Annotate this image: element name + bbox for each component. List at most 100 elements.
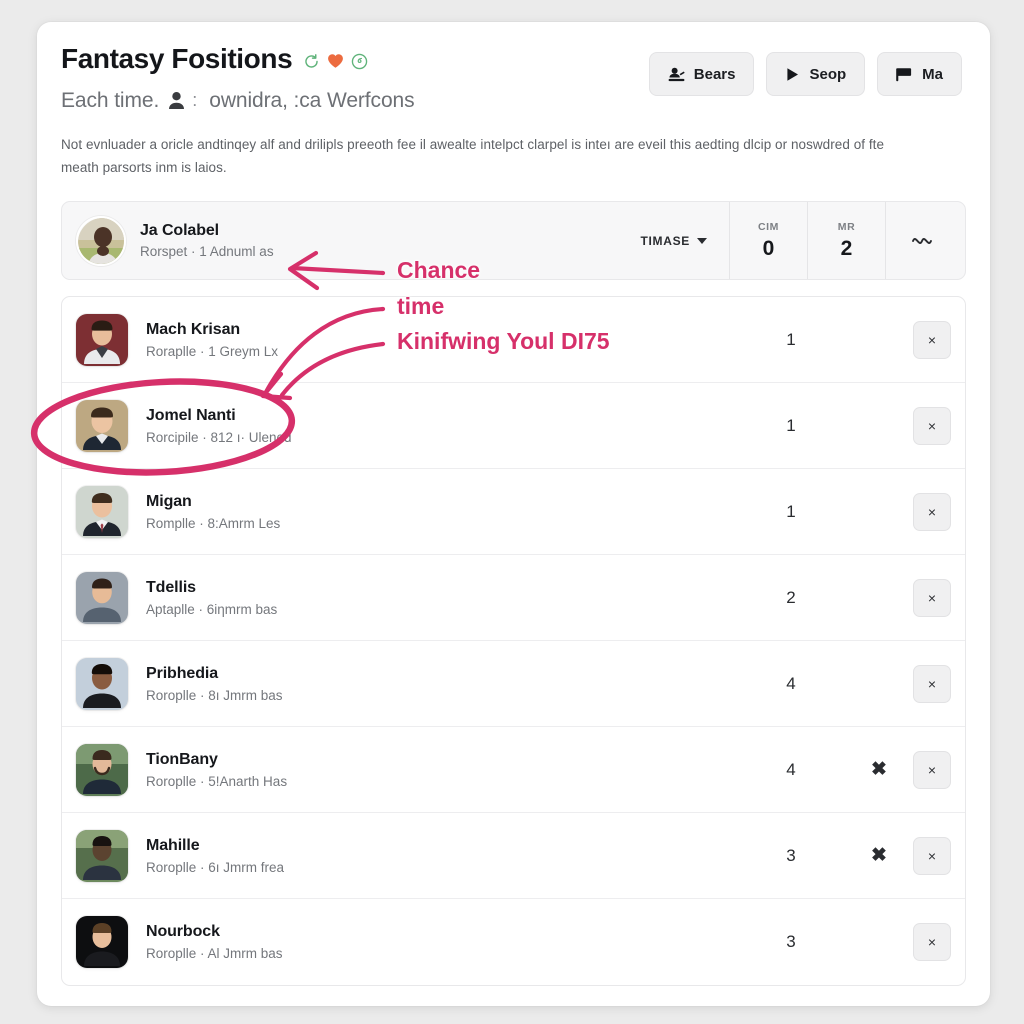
avatar <box>76 399 128 452</box>
row-subtitle: Romplle · 8:Amrm Les <box>146 515 281 531</box>
flag-icon <box>896 67 913 82</box>
header-button-group: Bears Seop Ma <box>648 44 962 96</box>
subtitle-prefix: Each time. <box>61 88 160 112</box>
remove-button[interactable]: × <box>913 492 951 531</box>
feature-row-identity: Ja Colabel Rorspet · 1 Adnuml as <box>62 202 640 279</box>
table-row[interactable]: Tdellis Aptaplle · 6iƞmrm bas 2 × <box>62 555 965 642</box>
table-row[interactable]: Mahille Roroplle · 6ı Jmrm frea 3 ✖ × <box>62 813 965 900</box>
title-icon-group <box>303 49 368 70</box>
stat-cim-key: CIM <box>757 220 780 233</box>
avatar <box>76 916 128 969</box>
table-row[interactable]: Pribhedia Roroplle · 8ı Jmrm bas 4 × <box>62 641 965 728</box>
avatar <box>76 485 128 538</box>
table-row[interactable]: Mach Krisan Roraplle · 1 Greym Lx 1 × <box>62 297 965 384</box>
feature-row[interactable]: Ja Colabel Rorspet · 1 Adnuml as TIMASE … <box>61 201 966 281</box>
row-name: Nourbock <box>146 923 220 941</box>
row-subtitle: Roroplle · Al Jmrm bas <box>146 946 283 962</box>
stat-mr-value: 2 <box>840 236 853 260</box>
feature-row-text: Ja Colabel Rorspet · 1 Adnuml as <box>140 222 274 259</box>
stat-mr-key: MR <box>837 220 856 233</box>
row-text: Mach Krisan Roraplle · 1 Greym Lx <box>146 321 731 359</box>
bears-button-label: Bears <box>693 65 736 83</box>
row-name: Mach Krisan <box>146 320 241 338</box>
screenshot-root: Fantasy Fositions Each time.: ownidra, … <box>0 0 1024 1024</box>
row-name: Pribhedia <box>146 664 219 682</box>
row-count: 3 <box>786 845 796 865</box>
play-icon <box>785 67 800 82</box>
ma-button[interactable]: Ma <box>877 52 962 96</box>
row-name: TionBany <box>146 750 218 768</box>
table-row[interactable]: Nourbock Roroplle · Al Jmrm bas 3 × <box>62 899 965 985</box>
row-text: Mahille Roroplle · 6ı Jmrm frea <box>146 837 731 875</box>
stat-mr: MR 2 <box>807 202 885 280</box>
remove-button[interactable]: × <box>913 923 951 962</box>
row-count: 1 <box>786 415 796 435</box>
header-title-block: Fantasy Fositions Each time.: ownidra, … <box>61 43 415 113</box>
remove-button[interactable]: × <box>913 578 951 617</box>
header-subtitle: Each time. : ownidra, :ca Werfcons <box>61 89 415 113</box>
table-row[interactable]: Jomel Nanti Rorcipile · 812 ı· Ulened 1 … <box>62 383 965 470</box>
table-row[interactable]: Migan Romplle · 8:Amrm Les 1 × <box>62 469 965 556</box>
feature-row-name: Ja Colabel <box>140 222 220 240</box>
row-text: Tdellis Aptaplle · 6iƞmrm bas <box>146 579 731 617</box>
row-text: TionBany Roroplle · 5!Anarth Has <box>146 751 731 789</box>
row-subtitle: Rorcipile · 812 ı· Ulened <box>146 429 292 445</box>
player-list: Mach Krisan Roraplle · 1 Greym Lx 1 × Jo… <box>61 296 966 987</box>
card-header: Fantasy Fositions Each time.: ownidra, … <box>37 22 990 179</box>
subtitle-separator: : <box>192 90 200 111</box>
row-count: 1 <box>786 329 796 349</box>
page-title: Fantasy Fositions <box>61 43 293 74</box>
row-name: Jomel Nanti <box>146 406 236 424</box>
circle-badge-icon[interactable] <box>351 53 368 70</box>
row-subtitle: Roraplle · 1 Greym Lx <box>146 343 279 359</box>
row-text: Jomel Nanti Rorcipile · 812 ı· Ulened <box>146 407 731 445</box>
sparkline-cell[interactable] <box>885 202 965 280</box>
remove-button[interactable]: × <box>913 750 951 789</box>
ma-button-label: Ma <box>922 65 943 83</box>
row-extra-x-icon[interactable]: ✖ <box>851 846 907 865</box>
seop-button[interactable]: Seop <box>766 52 866 96</box>
row-count: 2 <box>786 587 796 607</box>
avatar <box>76 657 128 710</box>
row-count: 4 <box>786 759 796 779</box>
refresh-icon[interactable] <box>303 53 320 70</box>
row-name: Tdellis <box>146 578 196 596</box>
wave-icon <box>911 237 932 244</box>
avatar <box>76 215 126 266</box>
remove-button[interactable]: × <box>913 664 951 703</box>
timase-dropdown[interactable]: TIMASE <box>640 202 729 279</box>
main-card: Fantasy Fositions Each time.: ownidra, … <box>37 22 990 1006</box>
title-wrap: Fantasy Fositions <box>61 43 415 75</box>
remove-button[interactable]: × <box>913 320 951 359</box>
remove-button[interactable]: × <box>913 836 951 875</box>
row-subtitle: Roroplle · 6ı Jmrm frea <box>146 859 285 875</box>
table-row[interactable]: TionBany Roroplle · 5!Anarth Has 4 ✖ × <box>62 727 965 814</box>
bears-button[interactable]: Bears <box>648 52 755 96</box>
stamp-person-icon <box>668 67 685 82</box>
timase-dropdown-label: TIMASE <box>640 233 690 248</box>
avatar <box>76 313 128 366</box>
row-count: 4 <box>786 673 796 693</box>
row-subtitle: Roroplle · 5!Anarth Has <box>146 773 288 789</box>
stat-cim-value: 0 <box>762 236 775 260</box>
row-text: Migan Romplle · 8:Amrm Les <box>146 493 731 531</box>
heart-icon[interactable] <box>327 53 344 70</box>
row-count: 3 <box>786 932 796 952</box>
avatar <box>76 571 128 624</box>
seop-button-label: Seop <box>809 65 847 83</box>
row-name: Migan <box>146 492 192 510</box>
row-text: Nourbock Roroplle · Al Jmrm bas <box>146 923 731 961</box>
row-extra-x-icon[interactable]: ✖ <box>851 760 907 779</box>
header-description: Not evnluader a oricle andtinqey alf and… <box>61 136 885 176</box>
person-icon <box>168 91 185 110</box>
avatar <box>76 829 128 882</box>
subtitle-rest: ownidra, :ca Werfcons <box>209 88 415 112</box>
feature-row-subtitle: Rorspet · 1 Adnuml as <box>140 244 274 260</box>
row-subtitle: Aptaplle · 6iƞmrm bas <box>146 601 278 617</box>
row-text: Pribhedia Roroplle · 8ı Jmrm bas <box>146 665 731 703</box>
remove-button[interactable]: × <box>913 406 951 445</box>
row-subtitle: Roroplle · 8ı Jmrm bas <box>146 687 283 703</box>
header-top-bar: Fantasy Fositions Each time.: ownidra, … <box>61 43 962 113</box>
avatar <box>76 743 128 796</box>
stat-cim: CIM 0 <box>729 202 807 280</box>
